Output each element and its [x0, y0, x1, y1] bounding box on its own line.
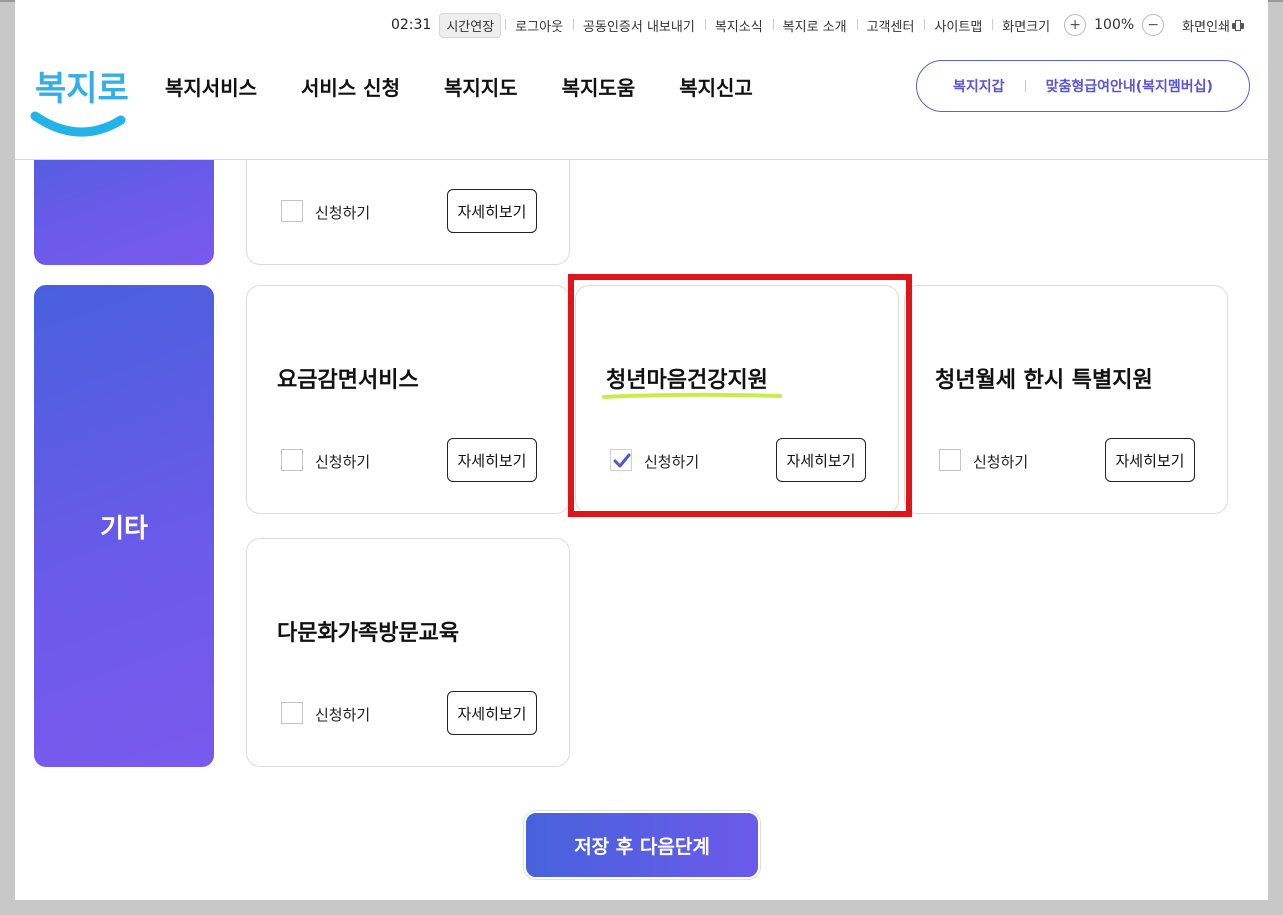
zoom-in-button[interactable]: + [1064, 14, 1087, 36]
category-label: 기타 [100, 513, 148, 544]
service-title: 청년월세 한시 특별지원 [935, 368, 1153, 393]
checkmark-icon [613, 453, 631, 468]
apply-checkbox-label[interactable]: 신청하기 [644, 451, 699, 472]
sitemap-link[interactable]: 사이트맵 [924, 16, 992, 35]
detail-button[interactable]: 자세히보기 [447, 189, 537, 233]
site-logo[interactable]: 복지로 [29, 54, 129, 144]
service-title: 다문화가족방문교육 [277, 621, 460, 646]
extend-session-button[interactable]: 시간연장 [439, 12, 502, 38]
session-timer: 02:31 [390, 17, 432, 33]
detail-button[interactable]: 자세히보기 [776, 438, 866, 482]
printer-icon [1232, 19, 1244, 31]
zoom-level: 100% [1094, 17, 1135, 33]
apply-checkbox-label[interactable]: 신청하기 [315, 451, 370, 472]
screen-size-label: 화면크기 [992, 16, 1060, 35]
bokjiro-logo-icon: 복지로 [30, 69, 129, 137]
service-card-youth-rent: 청년월세 한시 특별지원 신청하기 자세히보기 [904, 285, 1228, 514]
nav-welfare-help[interactable]: 복지도움 [562, 72, 636, 101]
print-button[interactable]: 화면인쇄 [1182, 16, 1244, 35]
detail-button[interactable]: 자세히보기 [447, 438, 537, 482]
nav-welfare-services[interactable]: 복지서비스 [165, 72, 257, 101]
page-viewport: 02:31 시간연장 로그아웃 공동인증서 내보내기 복지소식 복지로 소개 고… [15, 0, 1268, 900]
apply-checkbox-label[interactable]: 신청하기 [315, 202, 370, 223]
logo-text: 복지로 [35, 69, 129, 109]
apply-checkbox[interactable] [939, 449, 961, 471]
nav-welfare-map[interactable]: 복지지도 [444, 72, 518, 101]
save-and-next-button[interactable]: 저장 후 다음단계 [524, 811, 760, 879]
welfare-wallet-link[interactable]: 복지지갑 [953, 76, 1005, 96]
custom-benefit-link[interactable]: 맞춤형급여안내(복지멤버십) [1046, 76, 1213, 96]
apply-checkbox-label[interactable]: 신청하기 [973, 451, 1028, 472]
welfare-news-link[interactable]: 복지소식 [704, 16, 773, 35]
customer-center-link[interactable]: 고객센터 [856, 16, 925, 35]
service-title: 요금감면서비스 [277, 368, 419, 393]
zoom-out-button[interactable]: − [1142, 14, 1165, 36]
quick-links-pill: 복지지갑 맞춤형급여안내(복지멤버십) [916, 60, 1250, 112]
nav-welfare-report[interactable]: 복지신고 [679, 72, 753, 101]
about-link[interactable]: 복지로 소개 [772, 16, 857, 35]
service-card-fee-reduction: 요금감면서비스 신청하기 자세히보기 [246, 285, 570, 514]
site-header: 02:31 시간연장 로그아웃 공동인증서 내보내기 복지소식 복지로 소개 고… [15, 0, 1268, 160]
apply-checkbox[interactable] [281, 449, 303, 471]
category-block-etc: 기타 [34, 285, 214, 767]
service-card-youth-mental-health: 청년마음건강지원 신청하기 자세히보기 [575, 285, 899, 514]
nav-service-application[interactable]: 서비스 신청 [301, 72, 400, 101]
utility-bar: 02:31 시간연장 로그아웃 공동인증서 내보내기 복지소식 복지로 소개 고… [391, 12, 1244, 38]
apply-checkbox[interactable] [281, 200, 303, 222]
logout-link[interactable]: 로그아웃 [505, 16, 573, 35]
service-card-multicultural-education: 다문화가족방문교육 신청하기 자세히보기 [246, 538, 570, 767]
apply-checkbox-checked[interactable] [610, 449, 632, 471]
apply-checkbox[interactable] [281, 702, 303, 724]
main-navigation: 복지서비스 서비스 신청 복지지도 복지도움 복지신고 [165, 72, 797, 101]
pill-divider [1024, 80, 1026, 92]
title-underline-marker [602, 392, 782, 399]
apply-checkbox-label[interactable]: 신청하기 [315, 704, 370, 725]
detail-button[interactable]: 자세히보기 [1105, 438, 1195, 482]
print-label: 화면인쇄 [1182, 19, 1230, 35]
detail-button[interactable]: 자세히보기 [447, 691, 537, 735]
service-title: 청년마음건강지원 [606, 368, 768, 393]
export-certificate-link[interactable]: 공동인증서 내보내기 [573, 16, 705, 35]
